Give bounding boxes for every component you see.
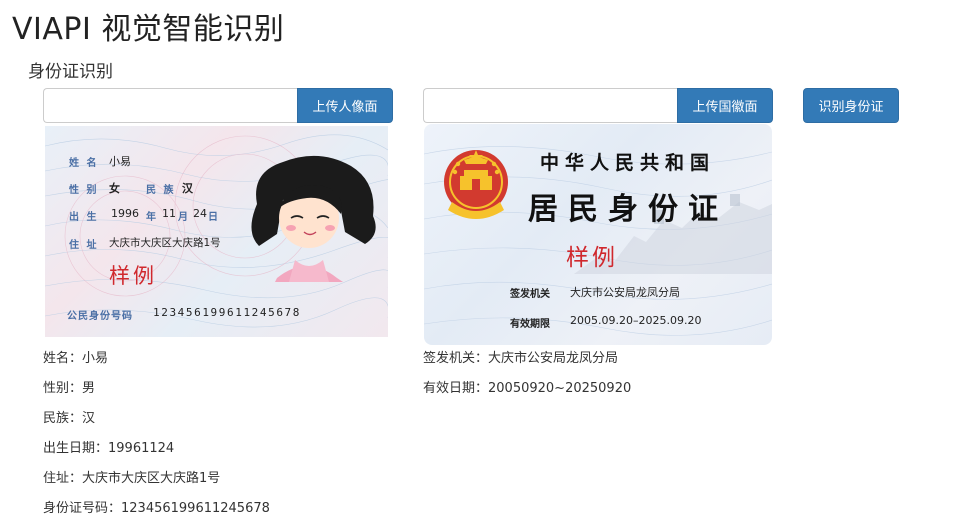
- result-label: 民族：: [43, 411, 83, 426]
- national-emblem-icon: [444, 150, 508, 219]
- result-issuing-authority: 签发机关：大庆市公安局龙凤分局: [423, 347, 618, 366]
- back-upload-group: 上传国徽面: [423, 88, 773, 123]
- back-file-input[interactable]: [423, 88, 677, 123]
- result-value: 20050920~20250920: [488, 381, 632, 396]
- result-id-number: 身份证号码：123456199611245678: [43, 497, 270, 516]
- card-validity-value: 2005.09.20–2025.09.20: [570, 314, 702, 327]
- result-value: 大庆市大庆区大庆路1号: [82, 471, 221, 486]
- result-value: 123456199611245678: [121, 501, 270, 516]
- result-label: 姓名：: [43, 351, 83, 366]
- result-ethnicity: 民族：汉: [43, 407, 95, 426]
- result-value: 19961124: [108, 441, 175, 456]
- result-validity: 有效日期：20050920~20250920: [423, 377, 631, 396]
- result-label: 身份证号码：: [43, 501, 122, 516]
- upload-front-button[interactable]: 上传人像面: [297, 88, 393, 123]
- app-title: VIAPI 视觉智能识别: [12, 12, 285, 47]
- portrait-cartoon: [251, 155, 376, 282]
- section-title: 身份证识别: [28, 62, 113, 82]
- card-document-title: 居民身份证: [528, 192, 728, 227]
- card-validity-label: 有效期限: [510, 319, 550, 330]
- card-back-sample-mark: 样例: [566, 245, 618, 271]
- card-country-title: 中华人民共和国: [540, 152, 716, 174]
- id-card-back-image: 中华人民共和国 居民身份证 样例 签发机关 大庆市公安局龙凤分局 有效期限 20…: [424, 124, 772, 345]
- result-value: 男: [82, 381, 96, 396]
- result-label: 出生日期：: [43, 441, 109, 456]
- id-card-front-image: 姓 名 小易 性 别 女 民 族 汉 出 生 1996 年 11 月 24 日 …: [45, 126, 388, 337]
- front-file-input[interactable]: [43, 88, 297, 123]
- result-sex: 性别：男: [43, 377, 95, 396]
- card-authority-label: 签发机关: [510, 289, 550, 300]
- result-address: 住址：大庆市大庆区大庆路1号: [43, 467, 220, 486]
- result-value: 汉: [82, 411, 96, 426]
- upload-back-button[interactable]: 上传国徽面: [677, 88, 773, 123]
- card-authority-value: 大庆市公安局龙凤分局: [570, 286, 680, 299]
- result-label: 性别：: [43, 381, 83, 396]
- result-value: 大庆市公安局龙凤分局: [488, 351, 619, 366]
- result-value: 小易: [82, 351, 109, 366]
- recognize-id-button[interactable]: 识别身份证: [803, 88, 899, 123]
- front-upload-group: 上传人像面: [43, 88, 393, 123]
- result-label: 住址：: [43, 471, 83, 486]
- result-birth-date: 出生日期：19961124: [43, 437, 174, 456]
- result-label: 有效日期：: [423, 381, 489, 396]
- result-name: 姓名：小易: [43, 347, 108, 366]
- result-label: 签发机关：: [423, 351, 489, 366]
